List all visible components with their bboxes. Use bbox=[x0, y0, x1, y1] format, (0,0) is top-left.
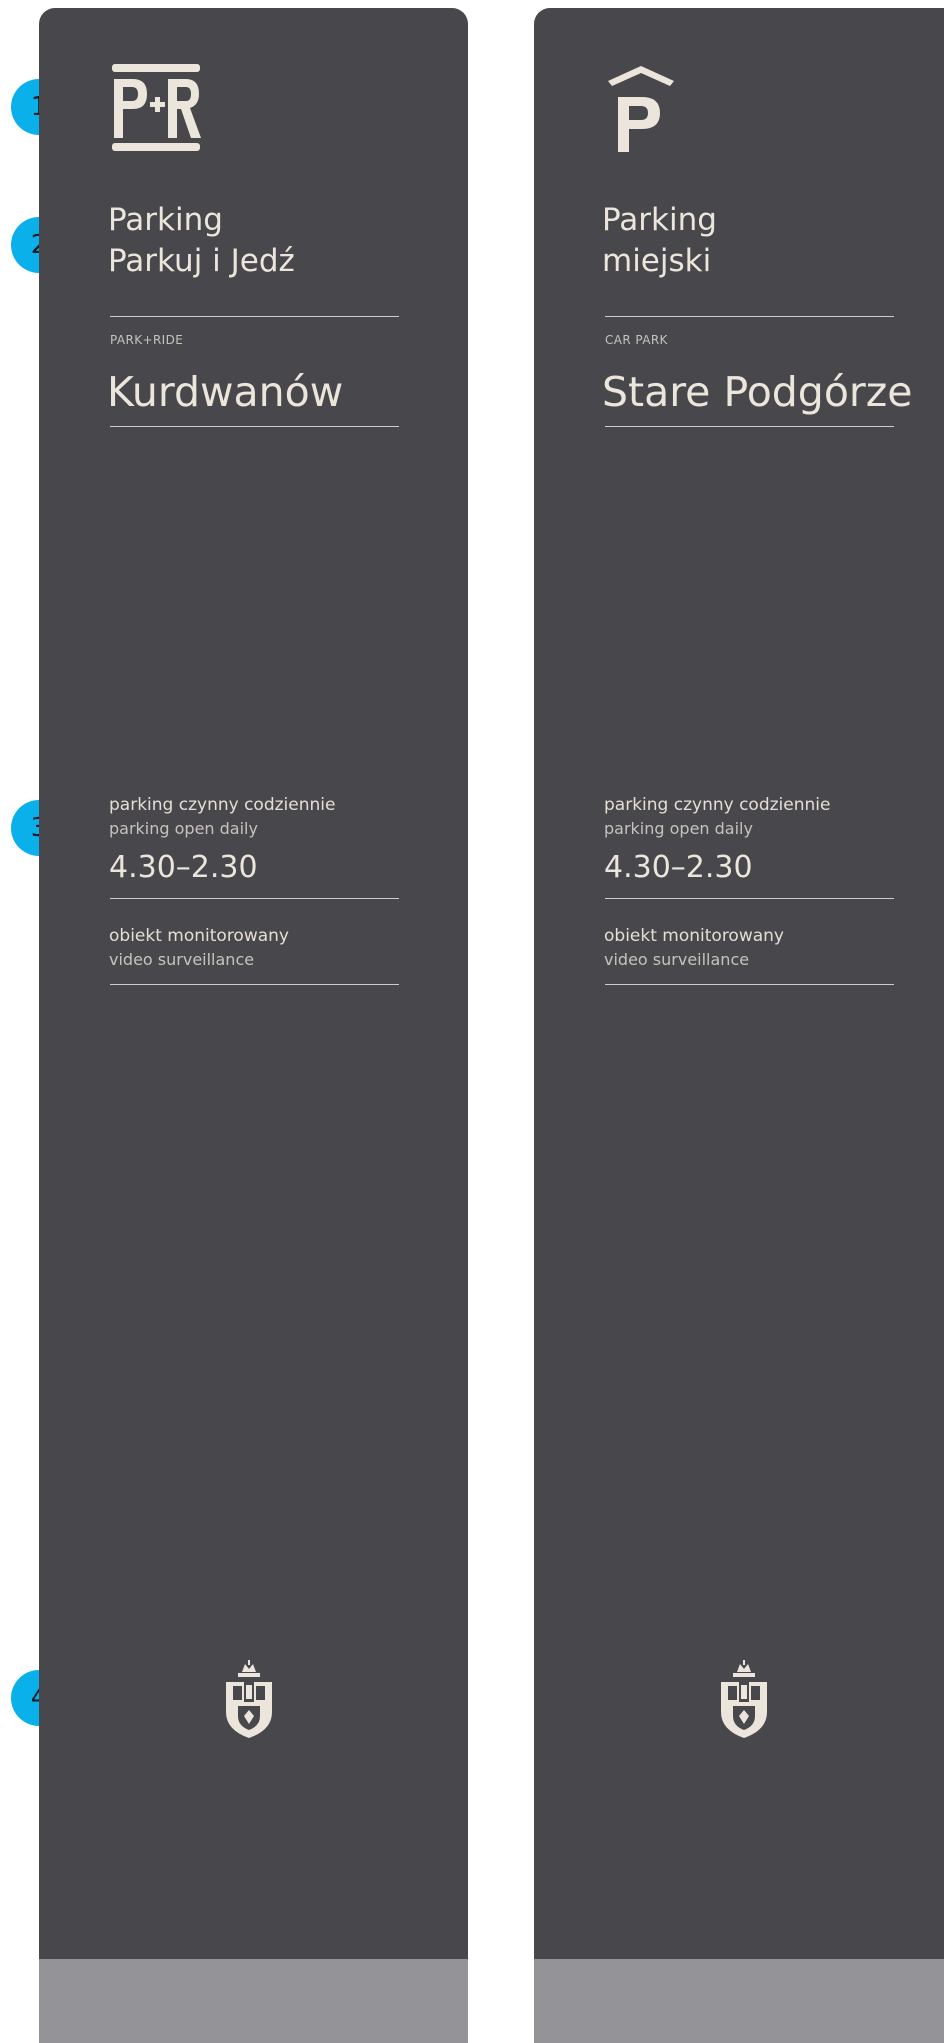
divider bbox=[605, 984, 894, 985]
sign-base bbox=[534, 1959, 944, 2043]
facility-type-english: PARK+RIDE bbox=[110, 333, 184, 347]
place-name: Kurdwanów bbox=[107, 368, 344, 416]
monitoring-label-en: video surveillance bbox=[604, 950, 750, 969]
divider bbox=[605, 426, 894, 427]
divider bbox=[605, 898, 894, 899]
monitoring-label-en: video surveillance bbox=[109, 950, 255, 969]
facility-type-line-2: Parkuj i Jedź bbox=[108, 243, 295, 279]
facility-type-line-2: miejski bbox=[602, 243, 712, 279]
divider bbox=[605, 316, 894, 317]
hours-label-pl: parking czynny codziennie bbox=[109, 795, 336, 815]
sign-panel-park-and-ride: Parking Parkuj i Jedź PARK+RIDE Kurdwanó… bbox=[39, 8, 468, 2043]
opening-hours: 4.30–2.30 bbox=[604, 850, 753, 885]
opening-hours: 4.30–2.30 bbox=[109, 850, 258, 885]
facility-type-line-1: Parking bbox=[108, 202, 223, 238]
krakow-coat-of-arms-icon bbox=[224, 1660, 274, 1742]
divider bbox=[110, 898, 399, 899]
sign-base bbox=[39, 1959, 468, 2043]
divider bbox=[110, 316, 399, 317]
monitoring-label-pl: obiekt monitorowany bbox=[604, 926, 784, 946]
sign-panel-car-park: Parking miejski CAR PARK Stare Podgórze … bbox=[534, 8, 944, 2043]
park-and-ride-logo-icon bbox=[110, 64, 202, 156]
krakow-coat-of-arms-icon bbox=[719, 1660, 769, 1742]
place-name: Stare Podgórze bbox=[602, 368, 913, 416]
facility-type-line-1: Parking bbox=[602, 202, 717, 238]
monitoring-label-pl: obiekt monitorowany bbox=[109, 926, 289, 946]
hours-label-en: parking open daily bbox=[604, 819, 753, 838]
parking-roof-logo-icon bbox=[604, 64, 678, 156]
divider bbox=[110, 426, 399, 427]
hours-label-pl: parking czynny codziennie bbox=[604, 795, 831, 815]
divider bbox=[110, 984, 399, 985]
facility-type-english: CAR PARK bbox=[605, 333, 668, 347]
hours-label-en: parking open daily bbox=[109, 819, 258, 838]
